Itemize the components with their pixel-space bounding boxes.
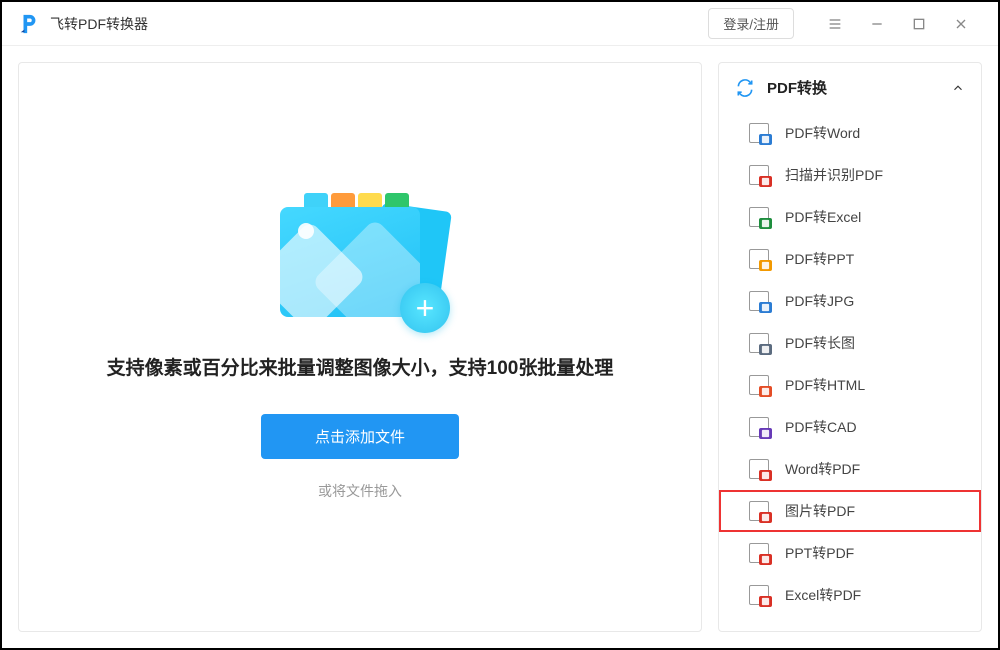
titlebar: 飞转PDF转换器 登录/注册	[2, 2, 998, 46]
login-button[interactable]: 登录/注册	[708, 8, 794, 39]
pdf-to-long-image-icon	[749, 333, 769, 353]
sidebar-item-label: Word转PDF	[785, 459, 860, 479]
folder-illustration: +	[280, 193, 440, 323]
sidebar-item-pdf-to-long-image[interactable]: PDF转长图	[719, 322, 981, 364]
sidebar-item-label: Excel转PDF	[785, 585, 861, 605]
pdf-to-cad-icon	[749, 417, 769, 437]
sidebar-item-pdf-to-jpg[interactable]: PDF转JPG	[719, 280, 981, 322]
sidebar-item-pdf-to-ppt[interactable]: PDF转PPT	[719, 238, 981, 280]
sidebar-item-scan-ocr-pdf[interactable]: 扫描并识别PDF	[719, 154, 981, 196]
pdf-to-jpg-icon	[749, 291, 769, 311]
menu-icon[interactable]	[820, 9, 850, 39]
maximize-icon[interactable]	[904, 9, 934, 39]
sidebar-item-label: 图片转PDF	[785, 501, 855, 521]
chevron-up-icon	[951, 81, 965, 95]
sidebar-item-excel-to-pdf[interactable]: Excel转PDF	[719, 574, 981, 616]
app-window: 飞转PDF转换器 登录/注册 +	[0, 0, 1000, 650]
sidebar-item-pdf-to-html[interactable]: PDF转HTML	[719, 364, 981, 406]
sidebar-item-word-to-pdf[interactable]: Word转PDF	[719, 448, 981, 490]
sidebar: PDF转换 PDF转Word扫描并识别PDFPDF转ExcelPDF转PPTPD…	[718, 62, 982, 632]
sidebar-item-pdf-to-word[interactable]: PDF转Word	[719, 112, 981, 154]
sidebar-item-pdf-to-excel[interactable]: PDF转Excel	[719, 196, 981, 238]
drag-hint: 或将文件拖入	[318, 481, 402, 501]
sidebar-item-label: PDF转CAD	[785, 417, 857, 437]
sidebar-item-label: PDF转Word	[785, 123, 860, 143]
sidebar-item-label: PDF转JPG	[785, 291, 854, 311]
sidebar-item-label: PDF转Excel	[785, 207, 861, 227]
add-file-button[interactable]: 点击添加文件	[261, 414, 459, 459]
app-title: 飞转PDF转换器	[50, 14, 708, 34]
pdf-to-word-icon	[749, 123, 769, 143]
convert-icon	[735, 78, 755, 98]
content-area: + 支持像素或百分比来批量调整图像大小，支持100张批量处理 点击添加文件 或将…	[2, 46, 998, 648]
sidebar-item-ppt-to-pdf[interactable]: PPT转PDF	[719, 532, 981, 574]
sidebar-item-label: PDF转长图	[785, 333, 855, 353]
sidebar-item-label: PDF转HTML	[785, 375, 865, 395]
image-to-pdf-icon	[749, 501, 769, 521]
minimize-icon[interactable]	[862, 9, 892, 39]
excel-to-pdf-icon	[749, 585, 769, 605]
sidebar-category-title: PDF转换	[767, 77, 951, 98]
sidebar-item-label: 扫描并识别PDF	[785, 165, 883, 185]
sidebar-item-pdf-to-cad[interactable]: PDF转CAD	[719, 406, 981, 448]
sidebar-category-header[interactable]: PDF转换	[719, 63, 981, 112]
dropzone[interactable]: + 支持像素或百分比来批量调整图像大小，支持100张批量处理 点击添加文件 或将…	[18, 62, 702, 632]
sidebar-item-label: PDF转PPT	[785, 249, 854, 269]
scan-ocr-pdf-icon	[749, 165, 769, 185]
sidebar-item-label: PPT转PDF	[785, 543, 854, 563]
word-to-pdf-icon	[749, 459, 769, 479]
pdf-to-ppt-icon	[749, 249, 769, 269]
app-logo	[18, 13, 40, 35]
ppt-to-pdf-icon	[749, 543, 769, 563]
plus-icon: +	[400, 283, 450, 333]
sidebar-item-image-to-pdf[interactable]: 图片转PDF	[719, 490, 981, 532]
close-icon[interactable]	[946, 9, 976, 39]
pdf-to-html-icon	[749, 375, 769, 395]
pdf-to-excel-icon	[749, 207, 769, 227]
sidebar-items: PDF转Word 扫描并识别PDF PDF转Excel PDF转PPT PDF转JPG P…	[719, 112, 981, 631]
dropzone-headline: 支持像素或百分比来批量调整图像大小，支持100张批量处理	[107, 353, 614, 380]
